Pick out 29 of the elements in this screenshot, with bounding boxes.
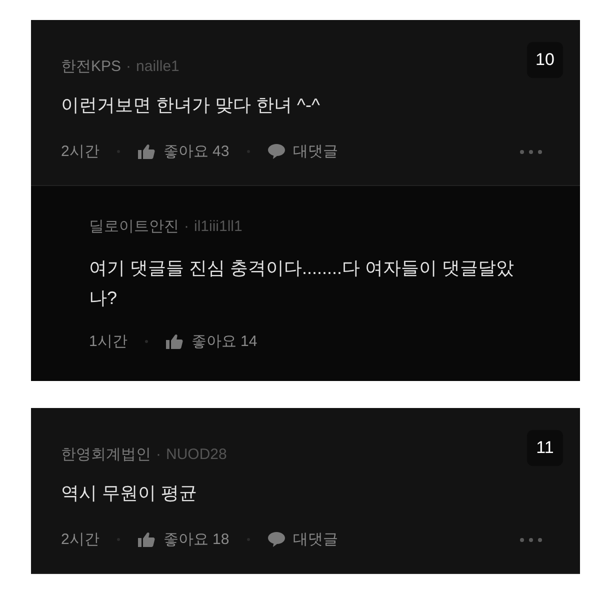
reply-button[interactable]: 대댓글	[268, 528, 338, 551]
comment-time: 1시간	[89, 332, 128, 352]
user-id: naille1	[136, 57, 180, 77]
author-company: 딜로이트안진	[89, 217, 179, 237]
author-company: 한영회계법인	[61, 445, 151, 465]
more-icon[interactable]	[520, 538, 542, 542]
comment-time: 2시간	[61, 530, 100, 550]
more-icon[interactable]	[520, 150, 542, 154]
author-company: 한전KPS	[61, 57, 122, 77]
rank-badge: 11	[527, 430, 563, 466]
comment-text: 역시 무원이 평균	[61, 482, 198, 504]
speech-bubble-icon	[268, 532, 286, 548]
separator-dot-text: ·	[156, 445, 161, 465]
rank-badge: 10	[527, 42, 563, 78]
reply-text: 여기 댓글들 진심 충격이다........다 여자들이 댓글달았나?	[89, 256, 516, 310]
thumbs-up-icon	[138, 532, 156, 548]
separator-dot-text: ·	[184, 217, 189, 237]
like-button[interactable]: 좋아요 18	[138, 528, 230, 551]
user-id: il1iii1ll1	[194, 217, 242, 237]
separator-dot-text: ·	[126, 57, 132, 77]
speech-bubble-icon	[268, 144, 286, 160]
thumbs-up-icon	[166, 334, 184, 350]
comment-text: 이런거보면 한녀가 맞다 한녀 ^-^	[61, 94, 321, 116]
comment-time: 2시간	[61, 142, 100, 162]
like-button[interactable]: 좋아요 14	[166, 330, 258, 353]
user-id: NUOD28	[166, 445, 227, 465]
thumbs-up-icon	[138, 144, 156, 160]
like-button[interactable]: 좋아요 43	[138, 140, 230, 163]
reply-button[interactable]: 대댓글	[268, 140, 338, 163]
